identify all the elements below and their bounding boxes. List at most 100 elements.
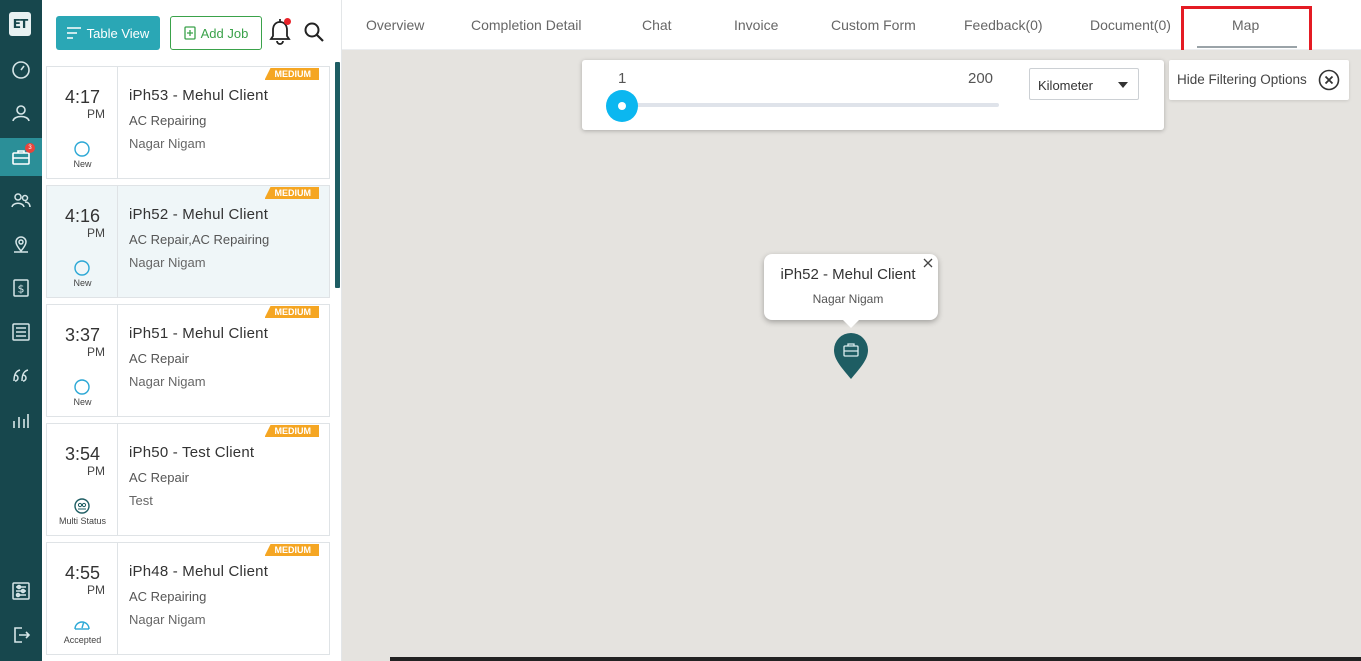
notification-dot (284, 18, 291, 25)
range-max-label: 200 (968, 70, 994, 87)
job-status: Multi Status (58, 516, 107, 526)
table-view-label: Table View (86, 25, 150, 41)
job-time-column: 4:16 PM New (47, 186, 118, 297)
job-card-selected[interactable]: 4:16 PM New iPh52 - Mehul Client AC Repa… (46, 185, 330, 298)
job-location: Nagar Nigam (129, 374, 206, 389)
job-status: Accepted (63, 635, 102, 645)
job-ampm: PM (87, 583, 105, 597)
job-service: AC Repair (129, 470, 189, 485)
tab-completion-detail[interactable]: Completion Detail (471, 17, 582, 33)
priority-badge: MEDIUM (264, 544, 319, 556)
job-title: iPh48 - Mehul Client (129, 563, 269, 580)
job-location: Nagar Nigam (129, 136, 206, 151)
settings-sliders-icon[interactable] (0, 572, 42, 610)
info-window-title: iPh52 - Mehul Client (780, 266, 916, 283)
priority-badge: MEDIUM (264, 306, 319, 318)
distance-filter-panel: 1 200 Kilometer (582, 60, 1164, 130)
dashboard-icon[interactable] (0, 51, 42, 89)
list-icon[interactable] (0, 313, 42, 351)
distance-slider-thumb[interactable] (606, 90, 638, 122)
job-time-column: 4:55 PM Accepted (47, 543, 118, 654)
job-detail-panel: Overview Completion Detail Chat Invoice … (342, 0, 1361, 661)
map-tab-highlight (1181, 6, 1312, 56)
status-new-icon (74, 260, 90, 276)
range-min-label: 1 (618, 70, 627, 87)
location-icon[interactable] (0, 225, 42, 263)
tab-overview[interactable]: Overview (366, 17, 424, 33)
job-service: AC Repair (129, 351, 189, 366)
job-time: 3:37 (64, 325, 101, 345)
status-accepted-icon (74, 621, 90, 630)
status-new-icon (74, 379, 90, 395)
job-location: Test (129, 493, 153, 508)
unit-select[interactable]: Kilometer (1029, 68, 1139, 100)
add-job-button[interactable]: Add Job (170, 16, 262, 50)
notification-bell-icon[interactable] (268, 18, 292, 46)
jobs-badge: 3 (25, 143, 35, 153)
user-icon[interactable] (0, 94, 42, 132)
caret-down-icon (1118, 82, 1128, 88)
tab-document[interactable]: Document(0) (1090, 17, 1171, 33)
job-ampm: PM (87, 464, 105, 478)
job-status: New (73, 159, 92, 169)
svg-text:$: $ (18, 283, 25, 296)
list-lines-icon (66, 27, 81, 39)
info-window-subtitle: Nagar Nigam (812, 292, 884, 306)
job-card[interactable]: 4:17 PM New iPh53 - Mehul Client AC Repa… (46, 66, 330, 179)
priority-badge: MEDIUM (264, 425, 319, 437)
tab-custom-form[interactable]: Custom Form (831, 17, 916, 33)
priority-badge: MEDIUM (264, 187, 319, 199)
unit-select-value: Kilometer (1038, 78, 1093, 93)
close-circle-icon[interactable] (1318, 69, 1340, 91)
job-card[interactable]: 3:37 PM New iPh51 - Mehul Client AC Repa… (46, 304, 330, 417)
close-icon[interactable] (922, 257, 934, 269)
job-service: AC Repairing (129, 589, 207, 604)
briefcase-icon[interactable]: 3 (0, 138, 42, 176)
map-view[interactable]: 1 200 Kilometer Hide Filtering Options i… (342, 50, 1361, 661)
quote-icon[interactable] (0, 357, 42, 395)
side-rail: ET 3 $ (0, 0, 42, 661)
hide-filtering-options[interactable]: Hide Filtering Options (1169, 60, 1349, 100)
job-location-pin-icon[interactable] (833, 332, 869, 380)
list-scrollbar[interactable] (335, 62, 340, 288)
tab-feedback[interactable]: Feedback(0) (964, 17, 1043, 33)
app-root: ET 3 $ Table View Add Job 4:17 PM New iP… (0, 0, 1361, 661)
app-logo[interactable]: ET (9, 12, 31, 36)
job-ampm: PM (87, 345, 105, 359)
table-view-button[interactable]: Table View (56, 16, 160, 50)
job-ampm: PM (87, 107, 105, 121)
job-status: New (73, 278, 92, 288)
job-ampm: PM (87, 226, 105, 240)
job-title: iPh50 - Test Client (129, 444, 255, 461)
bottom-edge-bar (390, 657, 1361, 661)
status-multi-icon (74, 498, 90, 514)
logout-icon[interactable] (0, 616, 42, 654)
search-icon[interactable] (303, 21, 325, 43)
dollar-icon[interactable]: $ (0, 269, 42, 307)
distance-slider-track[interactable] (618, 103, 999, 107)
job-card[interactable]: 3:54 PM Multi Status iPh50 - Test Client… (46, 423, 330, 536)
users-icon[interactable] (0, 181, 42, 219)
job-card[interactable]: 4:55 PM Accepted iPh48 - Mehul Client AC… (46, 542, 330, 655)
job-time-column: 3:54 PM Multi Status (47, 424, 118, 535)
job-list-panel: Table View Add Job 4:17 PM New iPh53 - M… (42, 0, 342, 661)
job-location: Nagar Nigam (129, 612, 206, 627)
job-time: 4:55 (64, 563, 101, 583)
priority-badge: MEDIUM (264, 68, 319, 80)
job-time-column: 3:37 PM New (47, 305, 118, 416)
job-time: 3:54 (64, 444, 101, 464)
job-title: iPh52 - Mehul Client (129, 206, 269, 223)
job-status: New (73, 397, 92, 407)
list-toolbar: Table View Add Job (42, 0, 342, 62)
job-service: AC Repair,AC Repairing (129, 232, 270, 247)
job-service: AC Repairing (129, 113, 207, 128)
add-job-label: Add Job (200, 25, 249, 41)
tab-invoice[interactable]: Invoice (734, 17, 778, 33)
hide-filtering-label: Hide Filtering Options (1177, 72, 1307, 87)
job-time: 4:17 (64, 87, 101, 107)
add-file-icon (183, 26, 196, 40)
tab-chat[interactable]: Chat (642, 17, 672, 33)
job-title: iPh51 - Mehul Client (129, 325, 269, 342)
job-time-column: 4:17 PM New (47, 67, 118, 178)
reports-icon[interactable] (0, 401, 42, 439)
